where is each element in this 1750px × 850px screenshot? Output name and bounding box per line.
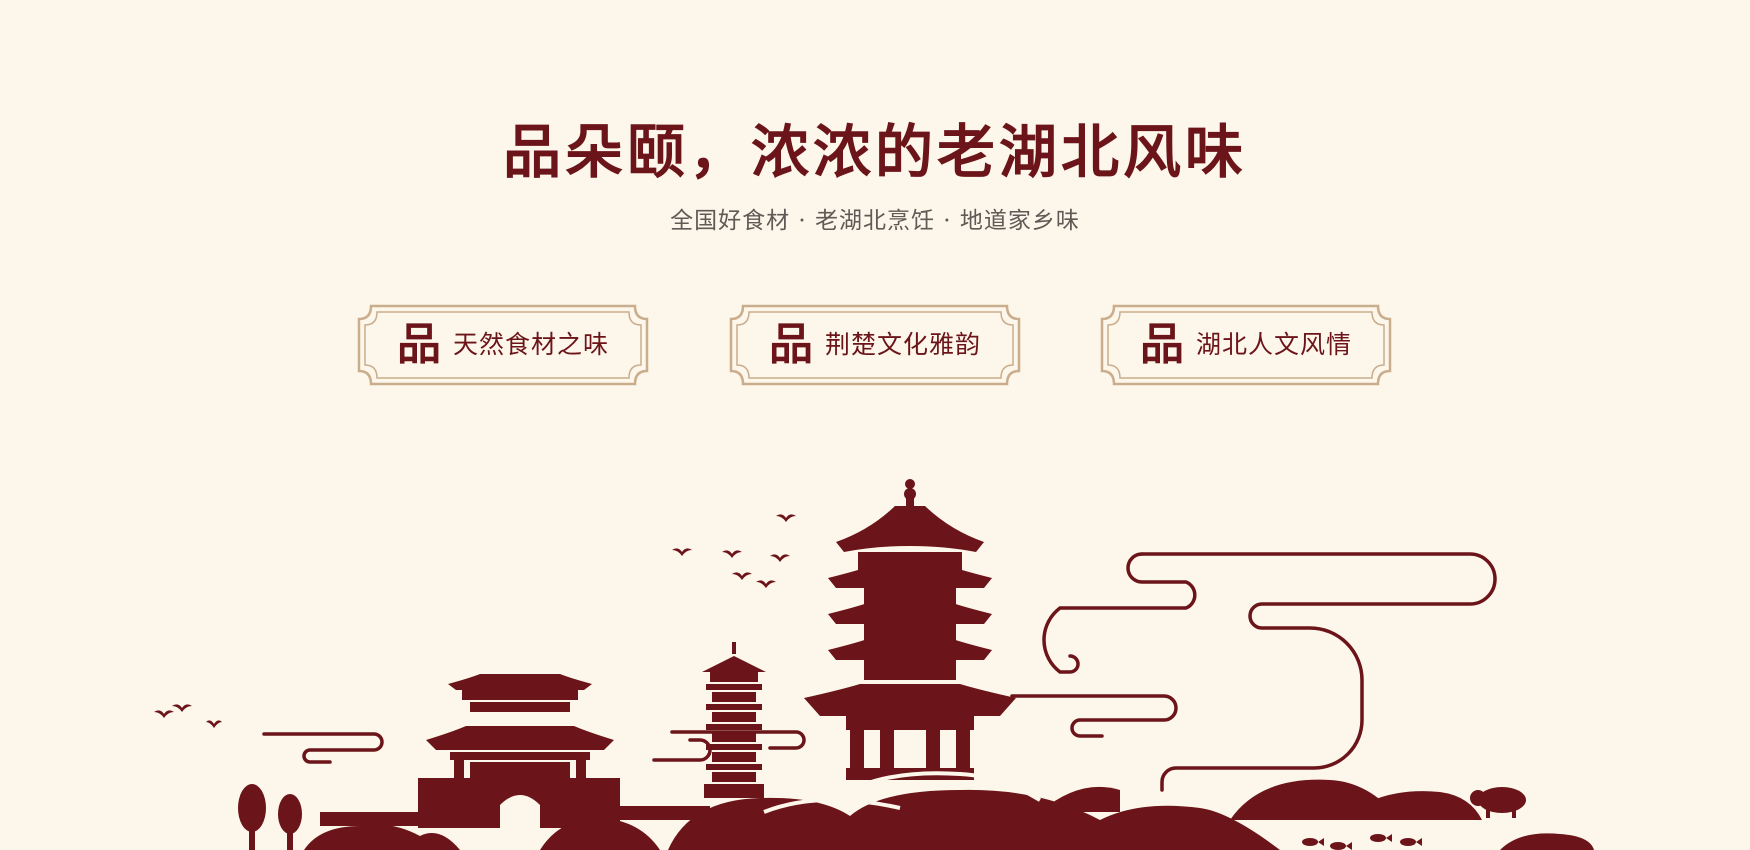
tree-icon — [238, 784, 302, 850]
hill — [1500, 833, 1594, 850]
city-skyline-illustration — [154, 479, 1594, 850]
pig-icon — [1470, 787, 1526, 818]
city-wall-left — [320, 812, 420, 826]
city-gate-icon — [418, 674, 620, 828]
hill — [304, 824, 460, 850]
fish-icon — [1302, 834, 1422, 850]
small-pagoda-icon — [702, 642, 766, 798]
yellow-crane-tower-icon — [804, 479, 1016, 780]
hill — [1040, 786, 1120, 812]
hill — [668, 789, 1280, 850]
